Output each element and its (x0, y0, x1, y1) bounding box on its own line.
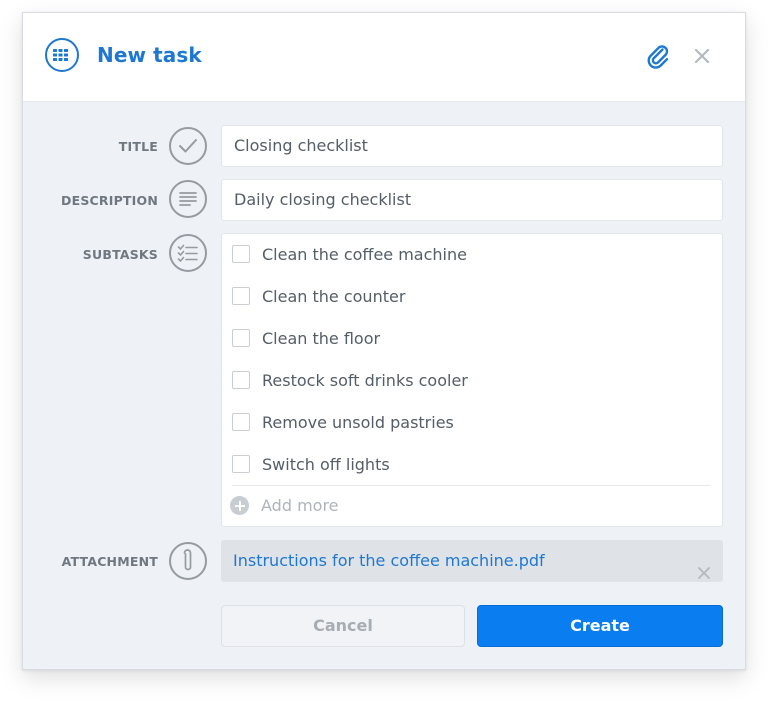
subtask-item[interactable]: Clean the counter (232, 282, 405, 310)
subtask-label: Clean the coffee machine (262, 244, 467, 264)
checkmark-icon (169, 127, 207, 165)
subtask-label: Clean the floor (262, 328, 381, 348)
subtask-label: Switch off lights (262, 454, 390, 474)
close-button[interactable] (691, 45, 713, 67)
text-lines-icon (169, 180, 207, 218)
subtask-label: Remove unsold pastries (262, 412, 454, 432)
title-input[interactable]: Closing checklist (221, 125, 723, 167)
subtask-checkbox[interactable] (232, 287, 250, 305)
subtask-checkbox[interactable] (232, 245, 250, 263)
paperclip-icon (169, 542, 207, 580)
cancel-button[interactable]: Cancel (221, 605, 465, 647)
subtask-item[interactable]: Remove unsold pastries (232, 408, 454, 436)
new-task-dialog: New task TITLE Closing checklist DESCRIP… (22, 12, 746, 670)
create-button[interactable]: Create (477, 605, 723, 647)
attachment-file-link[interactable]: Instructions for the coffee machine.pdf (233, 551, 545, 570)
add-subtask-input[interactable]: Add more (230, 496, 339, 515)
attachment-field: Instructions for the coffee machine.pdf (221, 540, 723, 582)
title-label: TITLE (118, 139, 158, 154)
dialog-title: New task (97, 43, 202, 67)
subtask-item[interactable]: Restock soft drinks cooler (232, 366, 468, 394)
subtask-checkbox[interactable] (232, 413, 250, 431)
subtask-checkbox[interactable] (232, 371, 250, 389)
subtask-item[interactable]: Clean the coffee machine (232, 240, 467, 268)
attach-file-button[interactable] (645, 43, 671, 69)
dialog-header: New task (23, 13, 745, 102)
add-more-placeholder: Add more (261, 496, 339, 515)
subtask-label: Clean the counter (262, 286, 406, 306)
paperclip-icon (647, 45, 669, 69)
subtask-label: Restock soft drinks cooler (262, 370, 468, 390)
plus-circle-icon (230, 496, 249, 515)
description-input[interactable]: Daily closing checklist (221, 179, 723, 221)
remove-attachment-button[interactable] (697, 554, 711, 579)
subtask-item[interactable]: Clean the floor (232, 324, 380, 352)
close-icon (694, 48, 710, 64)
subtasks-label: SUBTASKS (82, 247, 158, 262)
subtask-checkbox[interactable] (232, 455, 250, 473)
subtask-checkbox[interactable] (232, 329, 250, 347)
subtasks-divider (232, 485, 710, 486)
description-label: DESCRIPTION (61, 193, 158, 208)
close-icon (698, 567, 710, 579)
task-list-icon (45, 38, 79, 72)
subtasks-list: Clean the coffee machine Clean the count… (221, 233, 723, 527)
attachment-label: ATTACHMENT (61, 554, 158, 569)
subtask-item[interactable]: Switch off lights (232, 450, 390, 478)
checklist-icon (169, 234, 207, 272)
